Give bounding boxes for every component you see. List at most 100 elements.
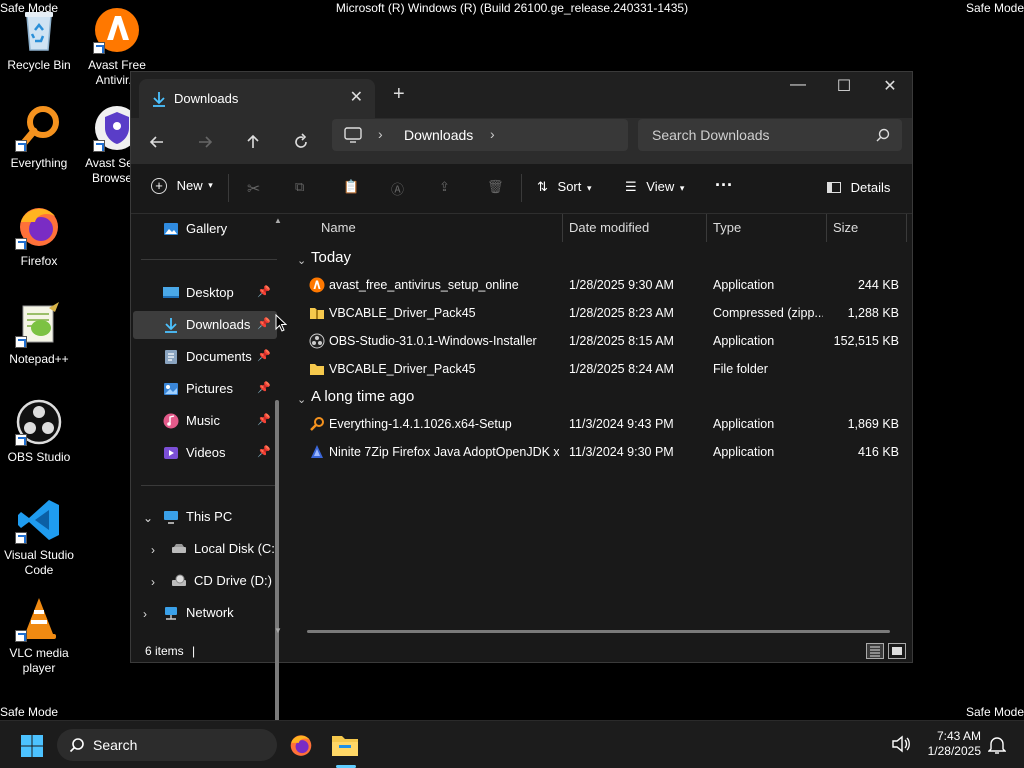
horizontal-scrollbar[interactable]: [307, 630, 890, 633]
breadcrumb-chevron-icon[interactable]: ›: [378, 126, 383, 142]
file-row[interactable]: Ninite 7Zip Firefox Java AdoptOpenJDK x.…: [303, 438, 903, 466]
delete-icon[interactable]: 🗑: [487, 179, 504, 195]
clock-time: 7:43 AM: [936, 729, 981, 743]
close-window-button[interactable]: ✕: [867, 76, 913, 96]
desktop-icon-everything[interactable]: Everything: [0, 104, 78, 171]
rename-icon[interactable]: Ⓐ: [391, 179, 404, 198]
desktop-icon-vlc[interactable]: VLC media player: [0, 594, 78, 676]
file-explorer-taskbar-icon[interactable]: [331, 732, 359, 763]
nav-item-videos[interactable]: Videos 📌: [133, 439, 277, 467]
windows-start-icon[interactable]: [20, 734, 44, 763]
file-row[interactable]: VBCABLE_Driver_Pack45 1/28/2025 8:23 AM …: [303, 299, 903, 327]
column-header-date[interactable]: Date modified: [569, 220, 649, 235]
forward-button[interactable]: [195, 132, 215, 152]
nav-item-gallery[interactable]: Gallery: [133, 215, 277, 243]
column-header-size[interactable]: Size: [833, 220, 858, 235]
search-icon: [69, 737, 85, 758]
pin-icon: 📌: [257, 446, 271, 458]
command-bar: + New ▾ ✂ ⧉ 📋 Ⓐ ⇪ 🗑 ⇅ Sort ▾ ☰ View ▾ ··…: [131, 164, 912, 214]
obs-icon: [15, 398, 63, 446]
status-bar: 6 items |: [131, 638, 912, 664]
desktop-icon-notepadpp[interactable]: Notepad++: [0, 300, 78, 367]
nav-item-pictures[interactable]: Pictures 📌: [133, 375, 277, 403]
breadcrumb-chevron-icon[interactable]: ›: [490, 126, 495, 142]
new-button[interactable]: + New ▾: [151, 177, 213, 194]
more-options-button[interactable]: ···: [715, 175, 733, 196]
nav-item-music[interactable]: Music 📌: [133, 407, 277, 435]
pin-icon: 📌: [257, 286, 271, 298]
computer-icon: [163, 509, 179, 525]
details-pane-button[interactable]: Details: [827, 179, 890, 195]
nav-item-downloads[interactable]: Downloads 📌: [133, 311, 277, 339]
desktop-icon-vscode[interactable]: Visual Studio Code: [0, 496, 78, 578]
chevron-down-icon: ▾: [587, 183, 592, 193]
up-button[interactable]: [243, 132, 263, 152]
desktop-icon-label: Firefox: [20, 254, 58, 268]
cut-icon[interactable]: ✂: [247, 179, 260, 199]
sort-icon: ⇅: [537, 179, 548, 194]
nav-item-this-pc[interactable]: This PC: [133, 503, 277, 531]
search-box[interactable]: Search Downloads: [638, 119, 902, 151]
desktop-icon-recycle-bin[interactable]: Recycle Bin: [0, 6, 78, 73]
scroll-down-arrow-icon[interactable]: ▼: [274, 626, 282, 635]
paste-icon[interactable]: 📋: [343, 179, 359, 195]
view-button[interactable]: ☰ View ▾: [625, 179, 684, 195]
desktop-icon-firefox[interactable]: Firefox: [0, 202, 78, 269]
folder-icon: [309, 361, 325, 377]
nav-item-cd-drive[interactable]: CD Drive (D:): [141, 567, 285, 595]
group-header-long-ago[interactable]: A long time ago: [311, 388, 414, 405]
file-explorer-window: Downloads ✕ + — ☐ ✕ › Downloads › Search…: [130, 71, 913, 738]
search-placeholder: Search Downloads: [652, 127, 770, 143]
volume-icon[interactable]: [891, 735, 911, 758]
sort-button[interactable]: ⇅ Sort ▾: [537, 179, 592, 195]
nav-item-desktop[interactable]: Desktop 📌: [133, 279, 277, 307]
collapse-group-icon[interactable]: ⌄: [297, 254, 306, 267]
file-row[interactable]: Everything-1.4.1.1026.x64-Setup 11/3/202…: [303, 410, 903, 438]
desktop-icon-label: OBS Studio: [7, 450, 71, 464]
desktop-icon-label: Everything: [10, 156, 68, 170]
close-tab-icon[interactable]: ✕: [350, 87, 363, 107]
navigation-pane: ▲ Gallery Desktop 📌 Downloads 📌 Document…: [131, 214, 289, 738]
back-button[interactable]: [147, 132, 167, 152]
refresh-button[interactable]: [291, 132, 311, 152]
pictures-icon: [163, 381, 179, 397]
avast-icon: [309, 277, 325, 293]
share-icon[interactable]: ⇪: [439, 179, 450, 195]
address-bar[interactable]: › Downloads ›: [332, 119, 628, 151]
breadcrumb-downloads[interactable]: Downloads: [404, 127, 473, 143]
firefox-icon: [15, 202, 63, 250]
file-row[interactable]: OBS-Studio-31.0.1-Windows-Installer 1/28…: [303, 327, 903, 355]
maximize-button[interactable]: ☐: [821, 76, 867, 96]
firefox-taskbar-icon[interactable]: [288, 732, 314, 763]
new-tab-button[interactable]: +: [393, 83, 405, 106]
mouse-cursor-icon: [275, 314, 287, 332]
music-icon: [163, 413, 179, 429]
details-view-icon[interactable]: [866, 643, 884, 659]
file-row[interactable]: VBCABLE_Driver_Pack45 1/28/2025 8:24 AM …: [303, 355, 903, 383]
notification-bell-icon[interactable]: [987, 735, 1007, 760]
computer-icon: [344, 127, 362, 148]
download-icon: [151, 91, 167, 112]
nav-item-local-disk[interactable]: Local Disk (C:): [141, 535, 285, 563]
minimize-button[interactable]: —: [775, 76, 821, 94]
desktop-folder-icon: [163, 285, 179, 301]
desktop-icon-obs[interactable]: OBS Studio: [0, 398, 78, 465]
nav-item-documents[interactable]: Documents 📌: [133, 343, 277, 371]
nav-scrollbar[interactable]: [275, 400, 279, 738]
file-row[interactable]: avast_free_antivirus_setup_online 1/28/2…: [303, 271, 903, 299]
safe-mode-label-br: Safe Mode: [965, 705, 1024, 719]
chevron-down-icon: ▾: [208, 180, 213, 191]
column-header-name[interactable]: Name: [321, 220, 356, 235]
collapse-group-icon[interactable]: ⌄: [297, 393, 306, 406]
group-header-today[interactable]: Today: [311, 249, 351, 266]
pin-icon: 📌: [257, 318, 271, 330]
videos-icon: [163, 445, 179, 461]
copy-icon[interactable]: ⧉: [295, 179, 304, 195]
thumbnail-view-icon[interactable]: [888, 643, 906, 659]
column-header-type[interactable]: Type: [713, 220, 741, 235]
nav-item-network[interactable]: Network: [133, 599, 277, 627]
taskbar-search-box[interactable]: Search: [57, 729, 277, 761]
tab-downloads[interactable]: Downloads ✕: [139, 79, 375, 118]
gallery-icon: [163, 221, 179, 237]
clock[interactable]: 7:43 AM 1/28/2025: [928, 729, 981, 759]
